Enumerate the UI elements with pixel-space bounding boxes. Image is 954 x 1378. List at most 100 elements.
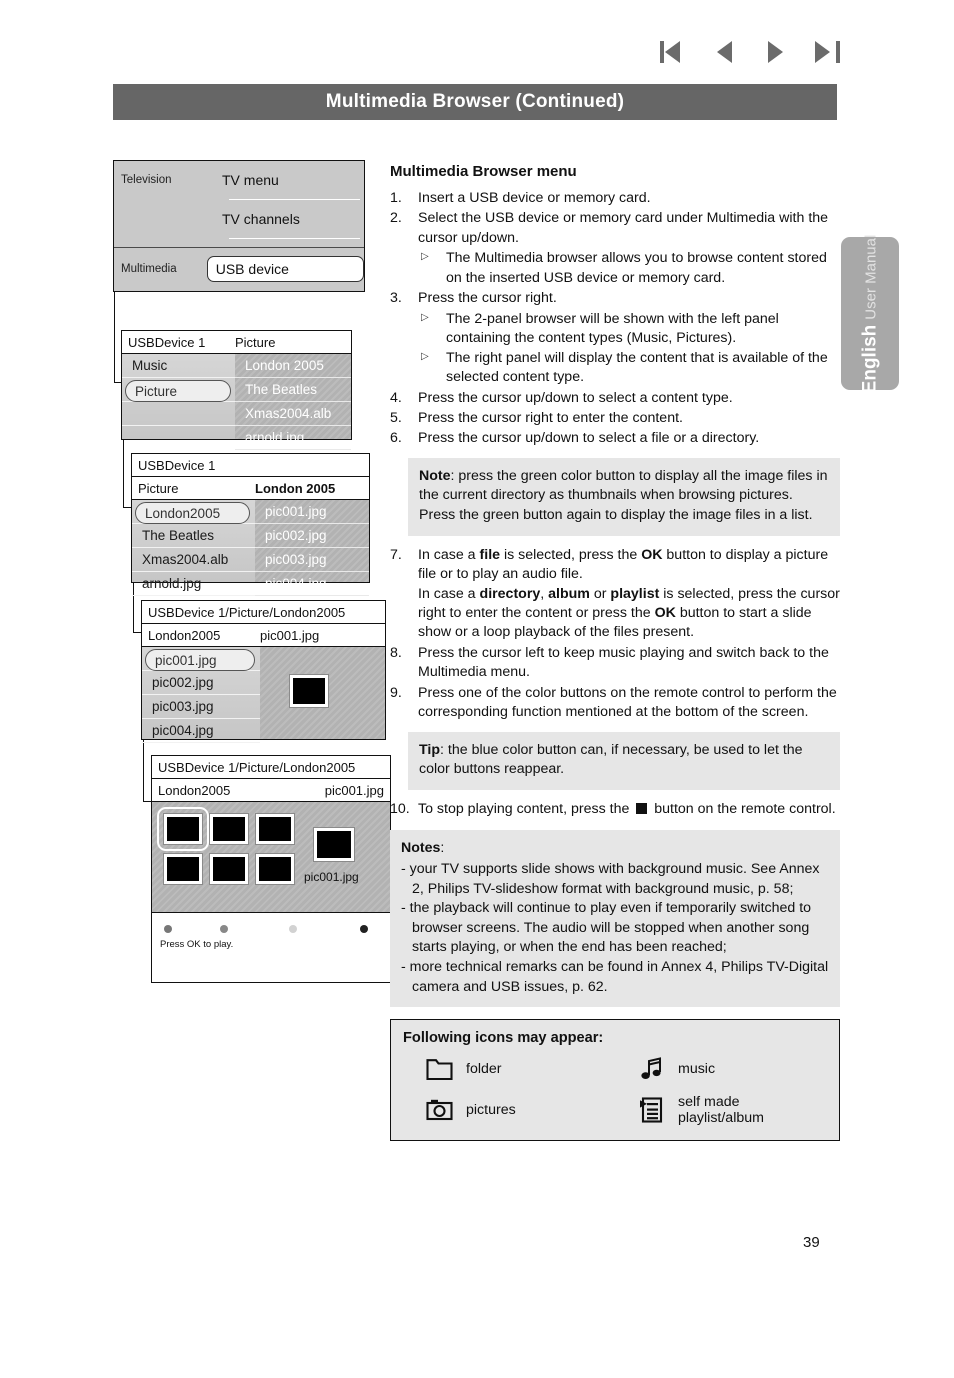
skip-previous-icon[interactable] (660, 41, 688, 63)
list-item[interactable]: pic001.jpg (255, 500, 369, 524)
step-item: 3. Press the cursor right. ▷ The 2-panel… (390, 289, 840, 387)
page-number: 39 (803, 1234, 820, 1251)
screen2-left-panel: Music Picture (122, 354, 235, 439)
screen2-selected-item[interactable]: Picture (125, 380, 231, 402)
page-navigation-bar[interactable] (660, 38, 840, 66)
screen5-subbar: London2005 pic001.jpg (152, 779, 390, 802)
color-dot-red[interactable] (164, 925, 172, 933)
step-number: 3. (390, 290, 402, 307)
preview-thumbnail (313, 827, 355, 862)
skip-next-icon[interactable] (812, 41, 840, 63)
legend-label: pictures (466, 1102, 516, 1119)
menu-row-value: TV menu (222, 172, 279, 188)
step-text: Press the cursor up/down to select a fil… (418, 430, 760, 447)
list-item[interactable]: arnold.jpg (235, 426, 351, 450)
screen3-title: USBDevice 1 (138, 457, 216, 473)
color-dot-green[interactable] (220, 925, 228, 933)
screen5-color-button-bar: Press OK to play. (152, 912, 390, 959)
legend-item-folder: folder (403, 1055, 615, 1083)
camera-icon (425, 1096, 455, 1124)
thumbnail-selection-highlight (157, 807, 209, 851)
menu-row-value: TV channels (222, 211, 300, 227)
screen2-titlebar: USBDevice 1 Picture (122, 331, 351, 354)
thumbnail[interactable] (255, 813, 295, 845)
screen4-sub-right: pic001.jpg (260, 627, 320, 643)
screen2-body: Music Picture London 2005 The Beatles Xm… (122, 354, 351, 450)
list-item[interactable]: arnold.jpg (132, 572, 255, 596)
folder-icon (425, 1055, 455, 1083)
tv-screen-main-menu: Television TV menu TV channels Multimedi… (113, 160, 365, 292)
screen4-selected-item[interactable]: pic001.jpg (145, 649, 255, 671)
note-label: Note (419, 467, 451, 484)
list-item[interactable]: London 2005 (235, 354, 351, 378)
note-text: : press the green color button to displa… (419, 467, 828, 524)
list-item[interactable]: pic004.jpg (142, 719, 260, 743)
notes-label: Notes (401, 840, 441, 857)
step-text: To stop playing content, press the butto… (418, 800, 836, 817)
tv-screen-thumbnail-view: USBDevice 1/Picture/London2005 London200… (151, 755, 391, 983)
menu-selected-usb-device[interactable]: USB device (206, 256, 364, 282)
step-text: Press one of the color buttons on the re… (418, 684, 837, 721)
list-item[interactable]: pic002.jpg (142, 671, 260, 695)
notes-colon: : (440, 840, 445, 857)
icon-legend-heading: Following icons may appear: (403, 1030, 604, 1047)
screen4-preview-panel (260, 647, 385, 739)
instructions-column: Multimedia Browser menu 1. Insert a USB … (390, 163, 840, 1142)
step-number: 8. (390, 644, 402, 661)
triangle-bullet-icon: ▷ (421, 350, 429, 362)
step-sublist: ▷ The 2-panel browser will be shown with… (418, 310, 840, 388)
list-item[interactable]: pic003.jpg (142, 695, 260, 719)
step-text: Press the cursor right. (418, 290, 557, 307)
list-item[interactable]: Music (122, 354, 235, 378)
screen5-sub-left: London2005 (158, 782, 231, 798)
thumbnail[interactable] (209, 853, 249, 885)
menu-row-label: Multimedia (121, 263, 177, 275)
triangle-left-icon[interactable] (711, 41, 739, 63)
music-note-icon (637, 1055, 667, 1083)
tv-screen-content-types: USBDevice 1 Picture Music Picture London… (121, 330, 352, 450)
sub-item: ▷ The 2-panel browser will be shown with… (418, 310, 840, 349)
color-dot-blue[interactable] (360, 925, 368, 933)
screen2-title-left: USBDevice 1 (128, 334, 206, 350)
step-item: 1. Insert a USB device or memory card. (390, 189, 840, 208)
thumbnail[interactable] (209, 813, 249, 845)
menu-row-television[interactable]: Television TV menu (114, 161, 364, 199)
icon-legend-box: Following icons may appear: folder music… (390, 1019, 840, 1142)
triangle-right-icon[interactable] (761, 41, 789, 63)
menu-row-multimedia[interactable]: Multimedia USB device (114, 248, 364, 290)
step-number: 1. (390, 190, 402, 206)
list-item[interactable]: The Beatles (235, 378, 351, 402)
legend-label: music (678, 1061, 716, 1078)
menu-row-tv-channels[interactable]: TV channels (114, 200, 364, 238)
language-tab: English User Manual (841, 234, 899, 393)
list-item[interactable]: pic004.jpg (255, 572, 369, 596)
triangle-bullet-icon: ▷ (421, 251, 429, 263)
screen3-subbar: Picture London 2005 (132, 477, 369, 500)
list-item[interactable]: pic002.jpg (255, 524, 369, 548)
step-text: Select the USB device or memory card und… (418, 210, 829, 246)
sub-text: The 2-panel browser will be shown with t… (446, 310, 779, 347)
screen4-title: USBDevice 1/Picture/London2005 (148, 604, 346, 620)
color-dot-yellow[interactable] (289, 925, 297, 933)
list-item[interactable]: Xmas2004.alb (235, 402, 351, 426)
step-number: 6. (390, 430, 402, 447)
thumbnail[interactable] (255, 853, 295, 885)
step-number: 9. (390, 684, 402, 701)
step-item: 7. In case a file is selected, press the… (390, 546, 840, 643)
screen3-left-panel: The Beatles Xmas2004.alb arnold.jpg Lond… (132, 500, 255, 596)
sub-item: ▷ The Multimedia browser allows you to b… (418, 249, 840, 288)
notes-item: - your TV supports slide shows with back… (401, 860, 820, 897)
legend-label: folder (466, 1061, 502, 1078)
thumbnail[interactable] (163, 853, 203, 885)
list-item[interactable]: pic003.jpg (255, 548, 369, 572)
screen3-selected-item[interactable]: London2005 (135, 502, 250, 524)
tv-screen-picture-directory: USBDevice 1 Picture London 2005 The Beat… (131, 453, 370, 596)
legend-label: self made playlist/album (678, 1094, 764, 1127)
stop-button-icon (636, 802, 648, 814)
legend-item-pictures: pictures (403, 1094, 615, 1126)
screen3-sub-left: Picture (138, 480, 179, 496)
section-heading: Multimedia Browser menu (390, 163, 577, 180)
list-item[interactable]: The Beatles (132, 524, 255, 548)
screen3-right-panel: pic001.jpg pic002.jpg pic003.jpg pic004.… (255, 500, 369, 596)
list-item[interactable]: Xmas2004.alb (132, 548, 255, 572)
